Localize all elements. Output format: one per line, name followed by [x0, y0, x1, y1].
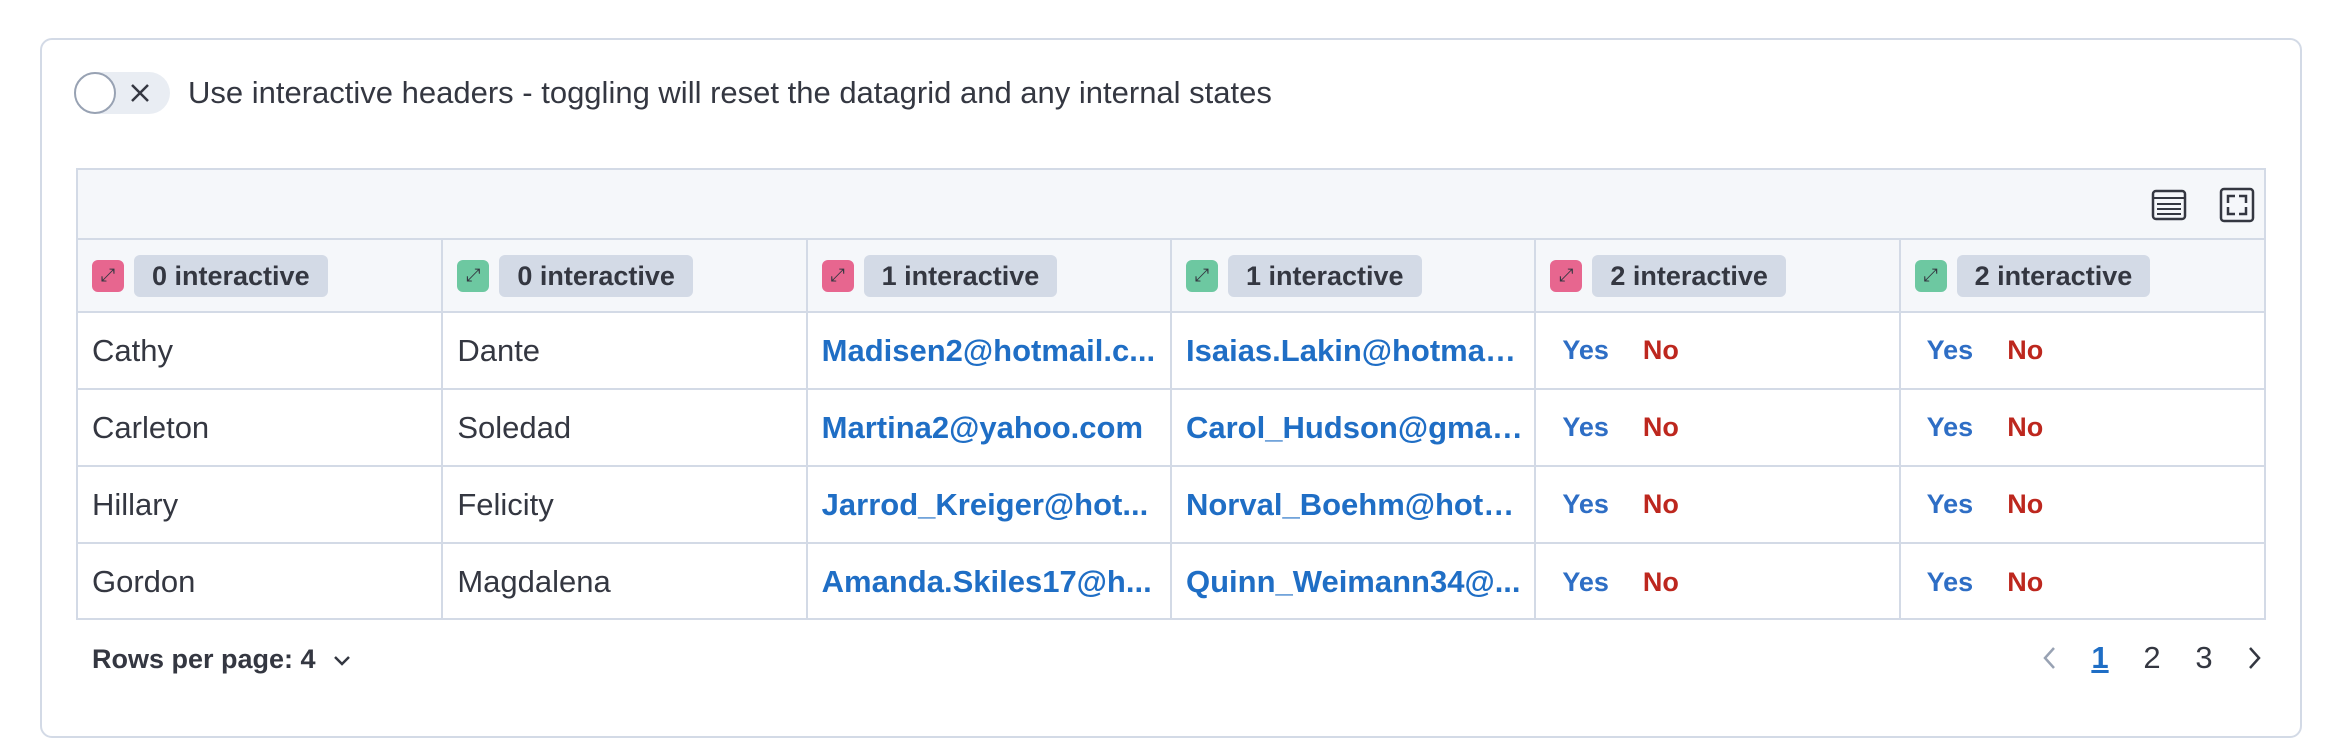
column-header-label: 2 interactive [1592, 254, 1786, 297]
cell-yes-no: Yes No [1900, 543, 2264, 620]
datagrid-toolbar [78, 170, 2264, 240]
email-link[interactable]: Jarrod_Kreiger@hot... [822, 487, 1169, 523]
cell-email[interactable]: Madisen2@hotmail.c... [806, 312, 1172, 390]
interactive-headers-switch[interactable] [74, 72, 170, 114]
cell-first-name[interactable]: Cathy [78, 312, 444, 390]
yes-button[interactable]: Yes [1562, 567, 1609, 598]
cell-email[interactable]: Amanda.Skiles17@h... [806, 543, 1172, 620]
yes-button[interactable]: Yes [1562, 335, 1609, 366]
table-row: Cathy Dante Madisen2@hotmail.c... Isaias… [78, 312, 2264, 390]
fullscreen-icon[interactable] [2218, 186, 2256, 224]
table-row: Hillary Felicity Jarrod_Kreiger@hot... N… [78, 466, 2264, 544]
cell-yes-no: Yes No [1535, 543, 1901, 620]
column-header-label: 0 interactive [499, 254, 693, 297]
table-row: Carleton Soledad Martina2@yahoo.com Caro… [78, 389, 2264, 467]
cell-email[interactable]: Jarrod_Kreiger@hot... [806, 466, 1172, 544]
expand-icon[interactable]: ⤢ [821, 259, 854, 292]
no-button[interactable]: No [2007, 567, 2043, 598]
expand-icon[interactable]: ⤢ [92, 259, 124, 292]
cell-yes-no: Yes No [1535, 312, 1901, 390]
no-button[interactable]: No [2007, 412, 2043, 443]
table-row: Gordon Magdalena Amanda.Skiles17@h... Qu… [78, 543, 2264, 620]
email-link[interactable]: Amanda.Skiles17@h... [822, 564, 1169, 600]
yes-button[interactable]: Yes [1927, 412, 1974, 443]
yes-button[interactable]: Yes [1927, 567, 1974, 598]
cell-email[interactable]: Norval_Boehm@hotm... [1170, 466, 1537, 544]
yes-button[interactable]: Yes [1562, 412, 1609, 443]
column-header[interactable]: ⤢ 0 interactive [442, 240, 808, 313]
datagrid-footer: Rows per page: 4 1 2 3 [76, 640, 2266, 684]
interactive-headers-toggle-row: Use interactive headers - toggling will … [74, 72, 1272, 114]
no-button[interactable]: No [2007, 335, 2043, 366]
cell-second-name[interactable]: Magdalena [442, 543, 808, 620]
pagination: 1 2 3 [2038, 640, 2266, 676]
column-header[interactable]: ⤢ 1 interactive [1170, 240, 1537, 313]
email-link[interactable]: Carol_Hudson@gmail... [1186, 410, 1533, 446]
datagrid: ⤢ 0 interactive ⤢ 0 interactive ⤢ 1 interac… [76, 168, 2266, 620]
expand-icon[interactable]: ⤢ [1185, 259, 1218, 292]
expand-icon[interactable]: ⤢ [457, 259, 490, 292]
cell-first-name[interactable]: Gordon [78, 543, 444, 620]
page-1-button[interactable]: 1 [2086, 640, 2114, 676]
column-header-label: 2 interactive [1956, 254, 2151, 297]
column-header[interactable]: ⤢ 1 interactive [806, 240, 1172, 313]
column-header-label: 1 interactive [863, 254, 1058, 297]
cell-yes-no: Yes No [1899, 466, 2264, 544]
cell-second-name[interactable]: Felicity [442, 466, 808, 544]
email-link[interactable]: Martina2@yahoo.com [822, 410, 1169, 446]
email-link[interactable]: Isaias.Lakin@hotmail.... [1186, 333, 1533, 369]
cell-first-name[interactable]: Hillary [78, 466, 444, 544]
column-header-label: 0 interactive [134, 254, 328, 297]
no-button[interactable]: No [1643, 335, 1679, 366]
chevron-down-icon [333, 655, 350, 666]
email-link[interactable]: Madisen2@hotmail.c... [822, 333, 1169, 369]
header-row: ⤢ 0 interactive ⤢ 0 interactive ⤢ 1 interac… [78, 240, 2264, 313]
column-header-label: 1 interactive [1227, 254, 1422, 297]
no-button[interactable]: No [1643, 567, 1679, 598]
cell-yes-no: Yes No [1535, 389, 1901, 467]
yes-button[interactable]: Yes [1562, 489, 1609, 520]
email-link[interactable]: Quinn_Weimann34@... [1186, 564, 1533, 600]
chevron-right-icon[interactable] [2242, 642, 2266, 674]
cell-email[interactable]: Martina2@yahoo.com [806, 389, 1172, 467]
datagrid-table: ⤢ 0 interactive ⤢ 0 interactive ⤢ 1 interac… [78, 240, 2264, 620]
cell-email[interactable]: Quinn_Weimann34@... [1170, 543, 1537, 620]
cell-second-name[interactable]: Dante [442, 312, 808, 390]
cell-yes-no: Yes No [1899, 389, 2264, 467]
rows-per-page-label: Rows per page: 4 [92, 644, 316, 674]
expand-icon[interactable]: ⤢ [1550, 259, 1583, 292]
page-3-button[interactable]: 3 [2190, 640, 2218, 676]
cell-email[interactable]: Isaias.Lakin@hotmail.... [1170, 312, 1537, 390]
switch-knob [74, 72, 116, 114]
column-header[interactable]: ⤢ 2 interactive [1535, 240, 1901, 313]
column-header[interactable]: ⤢ 0 interactive [78, 240, 444, 313]
toggle-label: Use interactive headers - toggling will … [188, 75, 1272, 110]
cell-yes-no: Yes No [1899, 312, 2264, 390]
column-header[interactable]: ⤢ 2 interactive [1899, 240, 2264, 313]
no-button[interactable]: No [1643, 412, 1679, 443]
page-2-button[interactable]: 2 [2138, 640, 2166, 676]
chevron-left-icon[interactable] [2038, 642, 2062, 674]
cell-second-name[interactable]: Soledad [442, 389, 808, 467]
cell-yes-no: Yes No [1535, 466, 1901, 544]
email-link[interactable]: Norval_Boehm@hotm... [1186, 487, 1533, 523]
yes-button[interactable]: Yes [1927, 335, 1974, 366]
close-icon [131, 84, 149, 102]
rows-per-page-selector[interactable]: Rows per page: 4 [92, 644, 354, 675]
cell-email[interactable]: Carol_Hudson@gmail... [1170, 389, 1537, 467]
no-button[interactable]: No [2007, 489, 2043, 520]
table-density-icon[interactable] [2150, 186, 2188, 224]
cell-first-name[interactable]: Carleton [78, 389, 444, 467]
yes-button[interactable]: Yes [1927, 489, 1974, 520]
no-button[interactable]: No [1643, 489, 1679, 520]
expand-icon[interactable]: ⤢ [1914, 259, 1947, 292]
